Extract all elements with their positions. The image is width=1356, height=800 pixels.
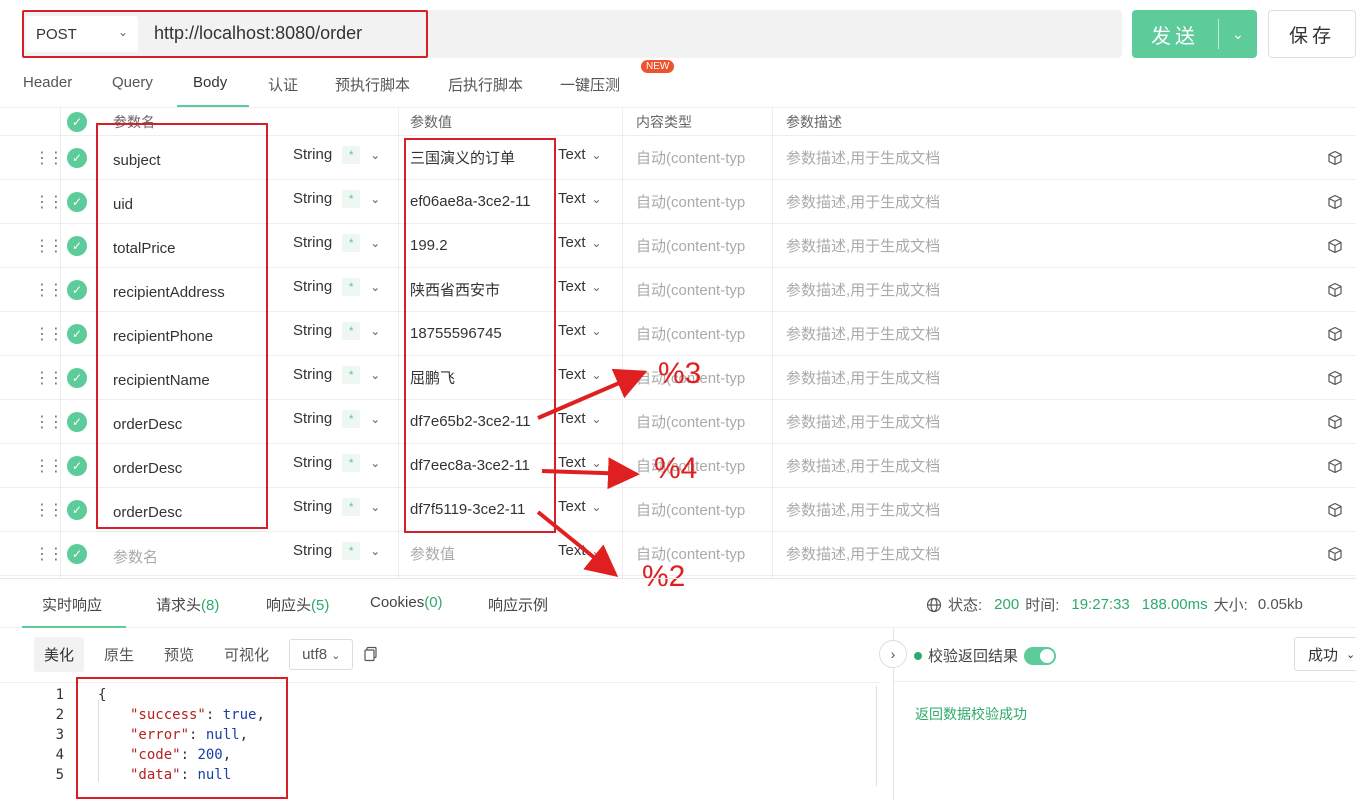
code-text: "error": null, [130,727,249,743]
json-value: true [222,707,257,723]
indent-guide [98,700,99,782]
line-number: 5 [55,767,64,783]
code-line: 3 "error": null, [0,727,248,747]
scrollbar[interactable] [876,686,877,786]
annotation-label: %4 [654,452,698,485]
globe-icon [926,597,942,612]
json-key: "data" [130,767,181,783]
status-code: 200 [994,596,1020,613]
response-time: 19:27:33 [1071,596,1130,613]
json-punct: , [222,747,232,763]
view-tab-pretty[interactable]: 美化 [34,636,85,672]
tab-label: Cookies [370,594,425,611]
verify-panel-header: 校验返回结果 成功 ⌄ [894,628,1356,682]
verify-toggle-group: 校验返回结果 [914,645,1057,666]
view-tab-raw[interactable]: 原生 [94,637,144,672]
verify-label: 校验返回结果 [928,648,1019,665]
response-duration: 188.00ms [1141,596,1208,613]
json-punct: , [239,727,249,743]
tab-response-headers[interactable]: 响应头(5) [266,594,329,615]
json-key: "success" [130,707,206,723]
encoding-select[interactable]: utf8 ⌄ [289,638,354,670]
chevron-down-icon: ⌄ [1346,648,1356,661]
status-bar: 状态: 200 时间: 19:27:33 188.00ms 大小: 0.05kb [926,594,1303,615]
tab-response-example[interactable]: 响应示例 [488,594,548,615]
code-text: "data": null [130,767,232,783]
status-label: 状态: [948,597,983,614]
verify-toggle[interactable] [1024,646,1057,665]
chevron-down-icon: ⌄ [331,649,341,662]
line-number: 1 [55,687,64,703]
tab-label: 响应示例 [488,597,549,614]
verify-result-select[interactable]: 成功 ⌄ [1294,637,1356,671]
code-line: 4 "code": 200, [0,747,232,767]
line-number: 2 [55,707,64,723]
arrow-2 [536,510,619,578]
response-body-editor[interactable]: 1{2 "success": true, 3 "error": null, 4 "code… [0,682,880,800]
tab-count: (0) [424,594,443,611]
verify-message: 返回数据校验成功 [915,706,1027,722]
view-tab-preview[interactable]: 预览 [154,637,204,672]
tab-cookies[interactable]: Cookies(0) [370,594,443,611]
status-dot-icon [914,651,922,660]
tab-count: (8) [201,597,220,614]
tab-request-headers[interactable]: 请求头(8) [156,594,219,615]
view-tab-visualize[interactable]: 可视化 [214,637,279,672]
json-value: null [197,767,232,783]
arrow-4 [541,457,640,490]
code-text: "success": true, [130,707,265,723]
line-number: 3 [55,727,64,743]
response-size: 0.05kb [1257,596,1303,613]
tab-label: 实时响应 [42,597,103,614]
response-tabs: 实时响应 请求头(8) 响应头(5) Cookies(0) 响应示例 状态: 2… [0,578,1356,628]
code-line: 2 "success": true, [0,707,265,727]
view-mode-tabs: 美化 原生 预览 可视化 utf8 ⌄ [34,636,379,672]
code-line: 1{ [0,687,107,707]
annotation-label: %3 [658,357,702,390]
json-value: null [205,727,240,743]
json-key: "code" [130,747,181,763]
code-text: "code": 200, [130,747,232,763]
active-tab-indicator [22,626,126,628]
json-punct: , [256,707,265,723]
size-label: 大小: [1213,597,1248,614]
tab-label: 响应头 [266,597,312,614]
line-number: 4 [55,747,64,763]
tab-count: (5) [311,597,330,614]
tab-realtime-response[interactable]: 实时响应 [42,594,102,615]
time-label: 时间: [1025,597,1060,614]
copy-icon[interactable] [363,646,379,662]
json-value: 200 [197,747,223,763]
encoding-value: utf8 [302,645,328,663]
json-key: "error" [130,727,190,743]
verify-select-value: 成功 [1308,646,1339,664]
arrow-3 [537,368,648,420]
tab-label: 请求头 [156,597,202,614]
code-text: { [98,687,107,703]
code-line: 5 "data": null [0,767,232,787]
